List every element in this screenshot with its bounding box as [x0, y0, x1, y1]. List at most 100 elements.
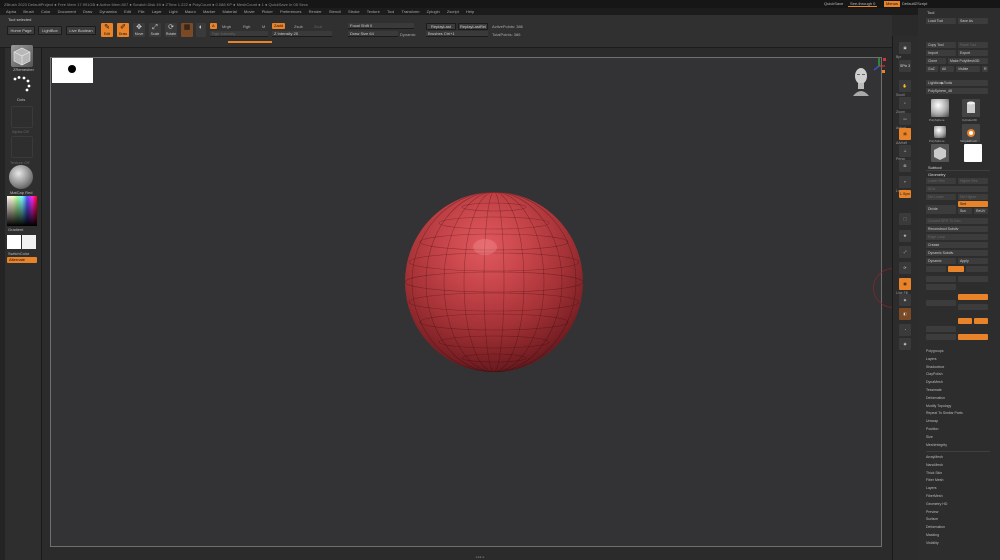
list-item[interactable]: Layers [926, 356, 990, 364]
dynamic-toggle-button[interactable]: Dynamic [926, 258, 956, 264]
bpr-button[interactable]: ▣ [899, 42, 911, 54]
home-page-button[interactable]: Home Page [7, 26, 35, 35]
line-fill-button[interactable]: ▦ [899, 278, 911, 290]
spix-button[interactable]: SPix 3 [899, 60, 911, 72]
aahalf-button[interactable]: ▤ [899, 128, 911, 140]
actual-button[interactable]: ▭ [899, 113, 911, 125]
dynamic-setting-3[interactable] [966, 266, 988, 272]
menu-stencil[interactable]: Stencil [329, 8, 341, 15]
zcut-toggle[interactable]: Zcut [314, 24, 322, 29]
menu-color[interactable]: Color [41, 8, 51, 15]
material-swatch-button[interactable]: ▦ [181, 23, 193, 37]
scroll-button[interactable]: ✋ [899, 80, 911, 92]
list-item[interactable]: Fiber Mesh [926, 477, 990, 485]
smt-toggle[interactable]: Smt [958, 201, 988, 207]
left-tray-handle[interactable] [0, 48, 5, 560]
convert-bpr-button[interactable]: Convert BPR To Geo [926, 218, 988, 224]
goz-button[interactable]: GoZ [926, 66, 938, 72]
tool-thumb-polysphere-small[interactable] [934, 126, 946, 138]
geometry-header[interactable]: Geometry [928, 172, 946, 177]
orientation-head-icon[interactable] [852, 66, 870, 96]
dynamic-setting-5[interactable] [958, 318, 972, 324]
export-button[interactable]: Export [958, 50, 988, 56]
list-item[interactable]: Tessimate [926, 387, 990, 395]
local-button[interactable]: ⌖ [899, 176, 911, 188]
menu-texture[interactable]: Texture [367, 8, 380, 15]
draw-size-slider[interactable]: Draw Size 64 [348, 31, 398, 37]
menu-help[interactable]: Help [466, 8, 474, 15]
menu-preferences[interactable]: Preferences [280, 8, 302, 15]
all-button[interactable]: All [940, 66, 954, 72]
dynamic-slider-1[interactable] [926, 276, 956, 282]
mrgb-toggle[interactable]: Mrgb [222, 24, 231, 29]
stroke-selector[interactable] [11, 74, 33, 96]
tool-thumb-cylinder[interactable] [962, 99, 980, 117]
rotate-button[interactable]: ⟳ Rotate [165, 23, 177, 37]
dynamic-toggle[interactable]: Dynamic [400, 32, 416, 37]
move-view-button[interactable]: ✥ [899, 230, 911, 242]
menu-brush[interactable]: Brush [23, 8, 33, 15]
alternate-button[interactable]: Alternate [7, 257, 37, 263]
edge-loop-button[interactable]: Edge Loop [926, 234, 988, 240]
rgb-toggle[interactable]: Rgb [243, 24, 250, 29]
main-color-swatch[interactable] [7, 235, 21, 249]
dynamic-slider-4[interactable] [926, 300, 956, 306]
focal-shift-slider[interactable]: Focal Shift 0 [348, 23, 414, 29]
menu-light[interactable]: Light [169, 8, 178, 15]
list-item[interactable]: Layers [926, 485, 990, 493]
list-item[interactable]: Deformation [926, 395, 990, 403]
color-picker[interactable] [7, 196, 37, 226]
dynamic-setting-6[interactable] [974, 318, 988, 324]
quicksave-button[interactable]: QuickSave [822, 1, 845, 7]
live-boolean-button[interactable]: Live Boolean [66, 26, 96, 35]
lower-res-button[interactable]: Lower Res [926, 178, 956, 184]
menu-macro[interactable]: Macro [185, 8, 196, 15]
lightbox-button[interactable]: LightBox [38, 26, 62, 35]
list-item[interactable]: Repeat To Similar Parts [926, 410, 990, 418]
save-as-button[interactable]: Save As [958, 18, 988, 24]
import-button[interactable]: Import [926, 50, 956, 56]
apply-button[interactable]: Apply [958, 258, 988, 264]
list-item[interactable]: Modify Topology [926, 403, 990, 411]
ghost-button[interactable]: ◔ [899, 324, 911, 336]
polyf-button[interactable]: ◈ [899, 294, 911, 306]
list-item[interactable]: Position [926, 426, 990, 434]
rotate-view-button[interactable]: ⟳ [899, 262, 911, 274]
poly-sphere-model[interactable] [405, 192, 583, 372]
color-swatch-button[interactable]: ◐ [196, 23, 206, 37]
dynamic-setting-7[interactable] [958, 334, 988, 340]
del-lower-button[interactable]: Del Lower [926, 194, 956, 200]
texture-selector[interactable] [11, 136, 33, 158]
switch-color-button[interactable]: SwitchColor [8, 251, 29, 256]
alpha-selector[interactable] [11, 106, 33, 128]
list-item[interactable]: ClayPolish [926, 371, 990, 379]
menu-dynamics[interactable]: Dynamics [99, 8, 117, 15]
menu-draw[interactable]: Draw [83, 8, 92, 15]
list-item[interactable]: Thick Skin [926, 470, 990, 478]
list-item[interactable]: FiberMesh [926, 493, 990, 501]
see-through-slider[interactable]: See-through 0 [848, 1, 878, 7]
secondary-color-swatch[interactable] [22, 235, 36, 249]
dynamic-slider-7[interactable] [926, 334, 956, 340]
list-item[interactable]: ArrayMesh [926, 454, 990, 462]
list-item[interactable]: Masking [926, 532, 990, 540]
replay-last-button[interactable]: ReplayLast [426, 23, 456, 30]
reconstruct-subdiv-button[interactable]: Reconstruct Subdiv [926, 226, 988, 232]
menu-tool[interactable]: Tool [387, 8, 394, 15]
lightbox-tools-button[interactable]: Lightbox▶Tools [926, 80, 988, 86]
paste-tool-button[interactable]: Paste Tool [958, 42, 988, 48]
menu-material[interactable]: Material [223, 8, 237, 15]
sdiv-slider[interactable]: SDiv [926, 186, 988, 192]
dynamic-setting-4[interactable] [958, 294, 988, 300]
transp-button[interactable]: ◧ [899, 308, 911, 320]
list-item[interactable]: MeshIntegrity [926, 442, 990, 450]
list-item[interactable]: NanoMesh [926, 462, 990, 470]
menus-button[interactable]: Menus [884, 1, 901, 7]
zoom-button[interactable]: ⌕ [899, 97, 911, 109]
dynamic-slider-5[interactable] [958, 304, 988, 310]
reuv-button[interactable]: ReUV [974, 208, 988, 214]
list-item[interactable]: Visibility [926, 540, 990, 548]
zsub-toggle[interactable]: Zsub [294, 24, 303, 29]
a-button[interactable]: A [210, 23, 217, 29]
polypaint-slider[interactable]: Brushes Ctrl+1 [426, 31, 488, 37]
